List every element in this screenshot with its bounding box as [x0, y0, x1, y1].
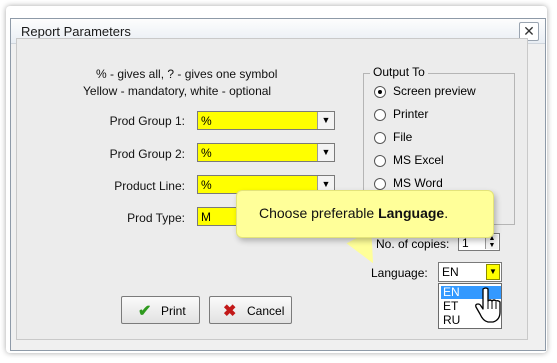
callout-text-bold: Language — [378, 205, 445, 221]
prod-group-1-value: % — [201, 114, 212, 128]
checkmark-icon: ✔ — [138, 303, 152, 320]
prod-group-2-combo[interactable]: % ▼ — [197, 143, 335, 162]
hint-wildcards: % - gives all, ? - gives one symbol — [96, 67, 278, 81]
prod-type-label: Prod Type: — [127, 211, 185, 225]
radio-ms-excel[interactable] — [374, 155, 386, 167]
copies-label: No. of copies: — [376, 237, 450, 251]
radio-file[interactable] — [374, 132, 386, 144]
hand-cursor-icon — [475, 287, 501, 323]
prod-group-1-combo[interactable]: % ▼ — [197, 111, 335, 130]
cancel-label: Cancel — [247, 304, 285, 318]
screen-preview-label: Screen preview — [393, 84, 476, 98]
radio-ms-word[interactable] — [374, 178, 386, 190]
prod-group-2-value: % — [201, 146, 212, 160]
printer-label: Printer — [393, 107, 429, 121]
output-to-title: Output To — [370, 65, 428, 79]
help-callout: Choose preferable Language. — [236, 190, 494, 238]
chevron-down-icon[interactable]: ▼ — [317, 144, 334, 161]
callout-text: Choose preferable Language. — [259, 205, 448, 221]
prod-group-2-label: Prod Group 2: — [109, 147, 185, 161]
prod-group-1-label: Prod Group 1: — [109, 114, 185, 128]
print-label: Print — [161, 304, 186, 318]
prod-type-value: M — [201, 210, 211, 224]
callout-text-suffix: . — [444, 205, 449, 221]
radio-screen-preview[interactable] — [374, 86, 386, 98]
ms-excel-label: MS Excel — [393, 153, 444, 167]
ms-word-label: MS Word — [393, 176, 443, 190]
radio-printer[interactable] — [374, 109, 386, 121]
product-line-value: % — [201, 178, 212, 192]
hint-colors: Yellow - mandatory, white - optional — [83, 84, 272, 98]
copies-value: 1 — [462, 236, 469, 250]
window-title: Report Parameters — [21, 24, 131, 39]
chevron-down-icon[interactable]: ▼ — [486, 264, 500, 280]
product-line-label: Product Line: — [114, 179, 185, 193]
chevron-down-icon[interactable]: ▼ — [317, 112, 334, 129]
language-value: EN — [442, 265, 459, 279]
x-icon: ✖ — [223, 303, 237, 320]
language-label: Language: — [371, 266, 428, 280]
cancel-button[interactable]: ✖ Cancel — [209, 296, 292, 324]
language-combo[interactable]: EN ▼ — [438, 262, 502, 282]
callout-text-prefix: Choose preferable — [259, 205, 379, 221]
print-button[interactable]: ✔ Print — [121, 296, 200, 324]
file-label: File — [393, 130, 413, 144]
